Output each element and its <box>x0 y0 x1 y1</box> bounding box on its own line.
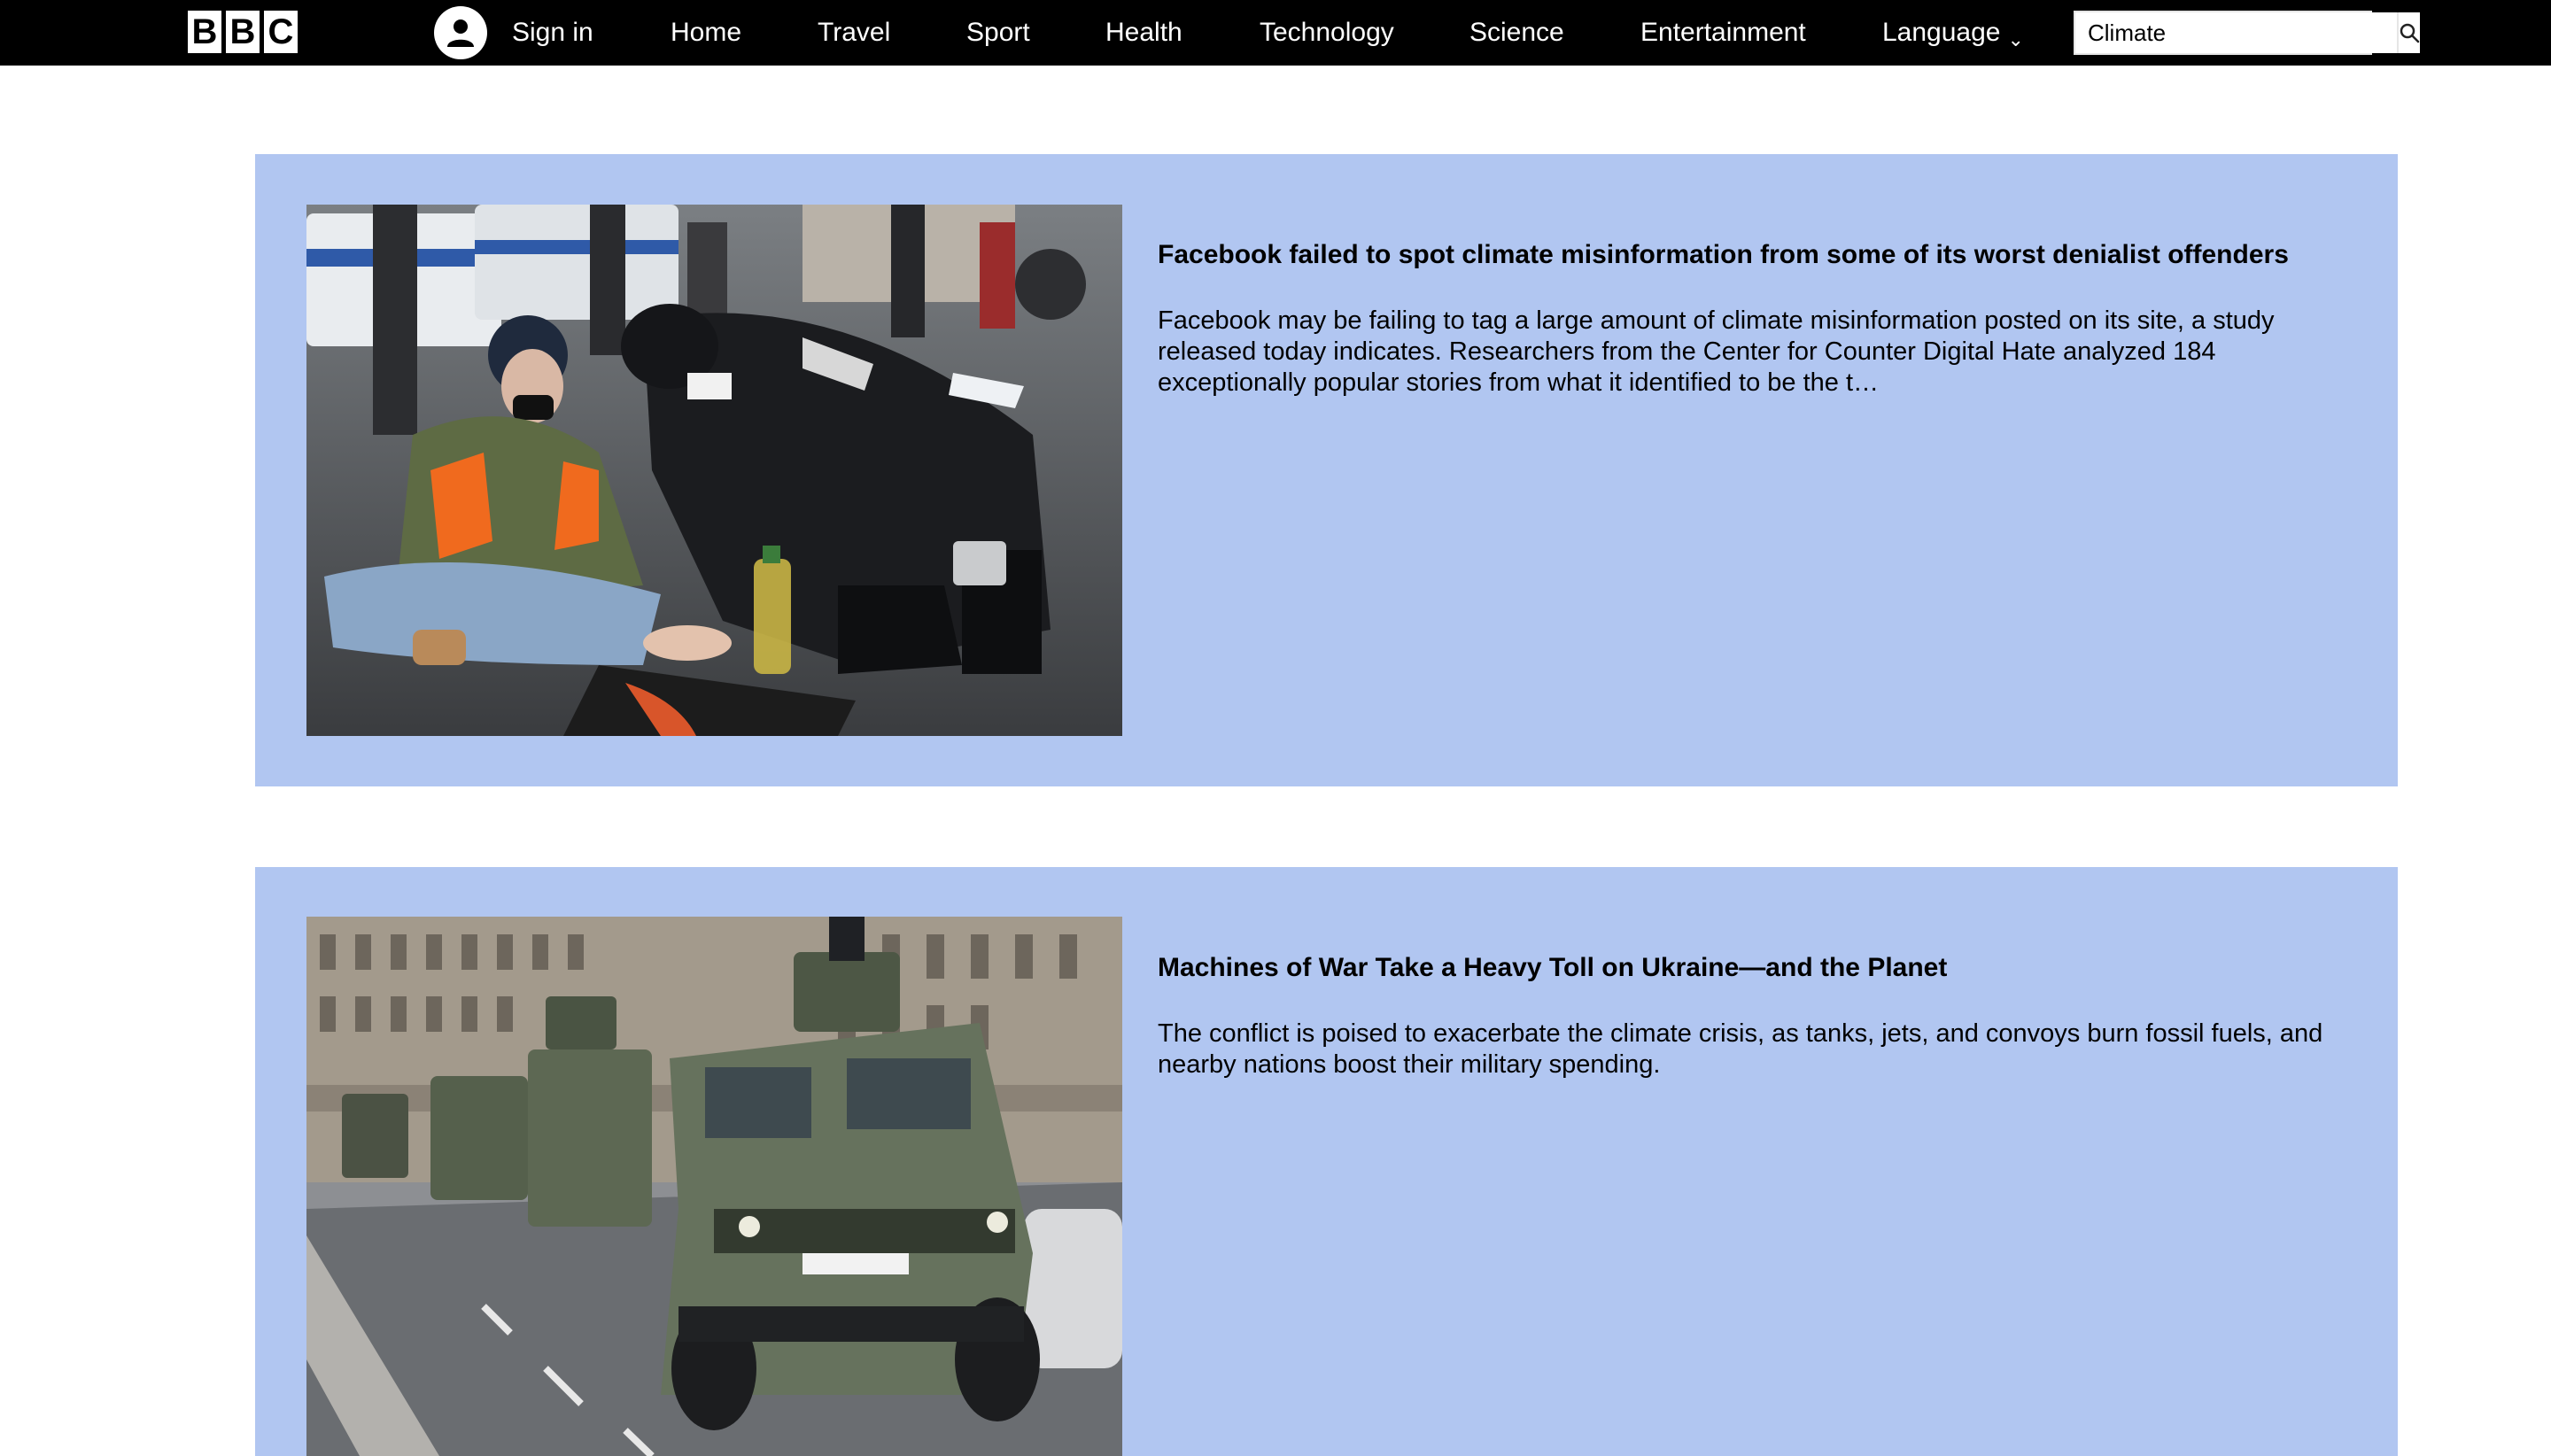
nav-entertainment[interactable]: Entertainment <box>1640 16 1806 50</box>
nav-home[interactable]: Home <box>671 16 741 50</box>
article-card: Facebook failed to spot climate misinfor… <box>255 154 2398 786</box>
article-title[interactable]: Machines of War Take a Heavy Toll on Ukr… <box>1158 950 2327 986</box>
logo-letter-b: B <box>226 11 260 53</box>
sign-in-link[interactable]: Sign in <box>434 6 593 59</box>
article-image-military-convoy[interactable] <box>306 917 1122 1456</box>
article-summary: Facebook may be failing to tag a large a… <box>1158 306 2275 397</box>
nav-technology[interactable]: Technology <box>1260 16 1394 50</box>
search-button[interactable] <box>2397 12 2420 53</box>
article-card: Machines of War Take a Heavy Toll on Ukr… <box>255 867 2398 1456</box>
article-title[interactable]: Facebook failed to spot climate misinfor… <box>1158 237 2327 273</box>
nav-language-label: Language <box>1882 18 2001 47</box>
top-navigation-bar: B B C Sign in Home Travel Sport Health T… <box>0 0 2551 66</box>
logo-letter-b: B <box>188 11 221 53</box>
nav-science[interactable]: Science <box>1469 16 1564 50</box>
nav-travel[interactable]: Travel <box>818 16 890 50</box>
bbc-logo[interactable]: B B C <box>188 11 298 53</box>
search-input[interactable] <box>2075 12 2397 53</box>
article-image-protest[interactable] <box>306 205 1122 736</box>
logo-letter-c: C <box>264 11 298 53</box>
sign-in-label: Sign in <box>512 18 593 47</box>
chevron-down-icon: ⌄ <box>2007 28 2024 50</box>
user-icon <box>434 6 487 59</box>
search-icon <box>2400 23 2420 43</box>
nav-language-menu[interactable]: Language ⌄ <box>1882 16 2024 51</box>
nav-sport[interactable]: Sport <box>966 16 1030 50</box>
nav-health[interactable]: Health <box>1105 16 1182 50</box>
search-box <box>2074 11 2420 55</box>
article-summary: The conflict is poised to exacerbate the… <box>1158 1019 2323 1079</box>
